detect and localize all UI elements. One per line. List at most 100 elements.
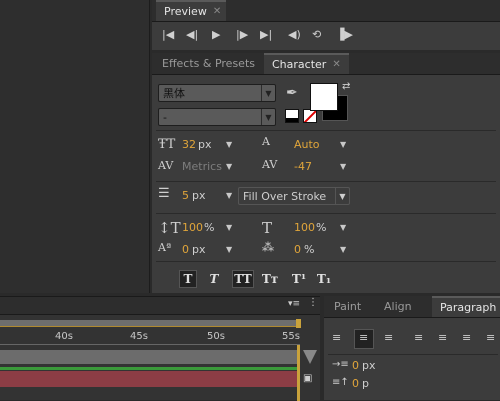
indent-left-unit: px: [362, 359, 376, 372]
font-style-dropdown[interactable]: - ▼: [158, 108, 276, 126]
space-before-unit: p: [362, 377, 369, 390]
stroke-width-unit: px: [192, 189, 206, 202]
horizontal-scale-icon: T: [262, 219, 273, 237]
small-white-swatch[interactable]: [285, 109, 299, 123]
leading-icon: A: [262, 135, 270, 148]
vertical-scale-icon: ↕T: [158, 219, 181, 237]
faux-bold-button[interactable]: T: [179, 270, 197, 288]
tsume-unit: %: [304, 243, 315, 256]
close-icon[interactable]: ✕: [213, 6, 221, 17]
indent-left-icon: →≡: [332, 359, 349, 370]
vertical-scale-unit: %: [204, 221, 215, 234]
ram-preview-icon[interactable]: ▐▶: [336, 28, 353, 41]
eyedropper-icon[interactable]: ✒: [286, 85, 298, 101]
chevron-down-icon[interactable]: ▼: [226, 191, 232, 200]
tab-effects-presets[interactable]: Effects & Presets: [154, 53, 263, 74]
first-frame-icon[interactable]: |◀: [162, 28, 174, 41]
stroke-mode-dropdown[interactable]: Fill Over Stroke ▼: [238, 187, 350, 205]
tab-preview-label: Preview: [164, 5, 207, 18]
tick-label: 50s: [207, 331, 225, 342]
tab-preview[interactable]: Preview ✕: [156, 0, 226, 21]
subscript-button[interactable]: T₁: [315, 270, 333, 288]
justify-all-icon[interactable]: ≡: [486, 331, 495, 344]
leading-value[interactable]: Auto: [294, 138, 320, 151]
swap-colors-icon[interactable]: ⇄: [342, 81, 350, 92]
justify-last-center-icon[interactable]: ≡: [438, 331, 447, 344]
chevron-down-icon[interactable]: ▼: [226, 140, 232, 149]
close-icon[interactable]: ✕: [332, 59, 340, 70]
chevron-down-icon[interactable]: ▼: [226, 223, 232, 232]
tab-paragraph[interactable]: Paragraph: [432, 296, 500, 317]
layer-bar-gray[interactable]: [0, 350, 300, 364]
timeline-panel: ▾≡ ⋮ 40s 45s 50s 55s ▣: [0, 296, 320, 401]
small-caps-button[interactable]: Tт: [261, 270, 279, 288]
chevron-down-icon[interactable]: ▼: [226, 245, 232, 254]
align-center-button[interactable]: ≡: [354, 329, 374, 349]
chevron-down-icon[interactable]: ▼: [226, 162, 232, 171]
panel-grip-icon[interactable]: ⋮: [308, 297, 318, 308]
space-before-icon: ≡↑: [332, 377, 349, 388]
horizontal-scale-unit: %: [316, 221, 327, 234]
prev-frame-icon[interactable]: ◀|: [186, 28, 198, 41]
align-right-icon[interactable]: ≡: [384, 331, 393, 344]
audio-icon[interactable]: ◀): [288, 28, 301, 41]
baseline-shift-unit: px: [192, 243, 206, 256]
vertical-scale-value[interactable]: 100: [182, 221, 203, 234]
tick-label: 55s: [282, 331, 300, 342]
font-size-unit: px: [198, 138, 212, 151]
chevron-down-icon: ▼: [335, 188, 349, 204]
chevron-down-icon[interactable]: ▼: [340, 223, 346, 232]
tab-align[interactable]: Align: [376, 296, 420, 317]
kerning-value[interactable]: Metrics: [182, 160, 222, 173]
zoom-slider-handle[interactable]: [303, 350, 317, 364]
loop-icon[interactable]: ⟲: [312, 28, 321, 41]
tsume-value[interactable]: 0: [294, 243, 301, 256]
align-center-icon: ≡: [359, 331, 369, 344]
tab-paint[interactable]: Paint: [326, 296, 369, 317]
tracking-icon: AV: [262, 158, 278, 171]
tracking-value[interactable]: -47: [294, 160, 312, 173]
lock-icon[interactable]: ▣: [303, 373, 312, 384]
horizontal-scale-value[interactable]: 100: [294, 221, 315, 234]
stroke-mode-value: Fill Over Stroke: [243, 189, 327, 203]
work-area-end-handle[interactable]: [296, 319, 301, 328]
font-family-dropdown[interactable]: 黑体 ▼: [158, 84, 276, 102]
layer-bar-red[interactable]: [0, 371, 300, 387]
layer-bar-green-line: [0, 367, 300, 370]
baseline-shift-value[interactable]: 0: [182, 243, 189, 256]
stroke-width-value[interactable]: 5: [182, 189, 189, 202]
all-caps-button[interactable]: TT: [232, 270, 254, 288]
no-color-swatch[interactable]: [303, 109, 317, 123]
justify-last-left-icon[interactable]: ≡: [414, 331, 423, 344]
time-ruler[interactable]: 40s 45s 50s 55s: [0, 328, 300, 348]
left-empty-panel: [0, 0, 150, 293]
paragraph-panel: Paint Align Paragraph ≡ ≡ ≡ ≡ ≡ ≡ ≡ →≡ 0…: [324, 296, 500, 400]
next-frame-icon[interactable]: |▶: [236, 28, 248, 41]
chevron-down-icon[interactable]: ▼: [340, 245, 346, 254]
work-area-bar[interactable]: [0, 320, 300, 327]
current-time-indicator[interactable]: [297, 345, 300, 401]
font-size-value[interactable]: 32: [182, 138, 196, 151]
superscript-button[interactable]: T¹: [290, 270, 308, 288]
space-before-value[interactable]: 0: [352, 377, 359, 390]
faux-italic-button[interactable]: T: [205, 270, 223, 288]
indent-left-value[interactable]: 0: [352, 359, 359, 372]
tab-align-label: Align: [384, 300, 412, 313]
font-style-value: -: [163, 110, 167, 124]
last-frame-icon[interactable]: ▶|: [260, 28, 272, 41]
panel-menu-icon[interactable]: ▾≡: [288, 299, 300, 309]
tab-character[interactable]: Character ✕: [264, 53, 349, 74]
chevron-down-icon[interactable]: ▼: [340, 162, 346, 171]
chevron-down-icon[interactable]: ▼: [340, 140, 346, 149]
baseline-shift-icon: Aª: [158, 241, 172, 254]
align-left-icon[interactable]: ≡: [332, 331, 341, 344]
tab-paint-label: Paint: [334, 300, 362, 313]
justify-last-right-icon[interactable]: ≡: [462, 331, 471, 344]
stroke-width-icon: ☰: [158, 186, 170, 201]
tick-label: 40s: [55, 331, 73, 342]
fill-color-swatch-front[interactable]: [310, 83, 338, 111]
chevron-down-icon: ▼: [261, 109, 275, 125]
tab-paragraph-label: Paragraph: [440, 301, 497, 314]
play-icon[interactable]: ▶: [212, 28, 220, 41]
tab-character-label: Character: [272, 58, 327, 71]
